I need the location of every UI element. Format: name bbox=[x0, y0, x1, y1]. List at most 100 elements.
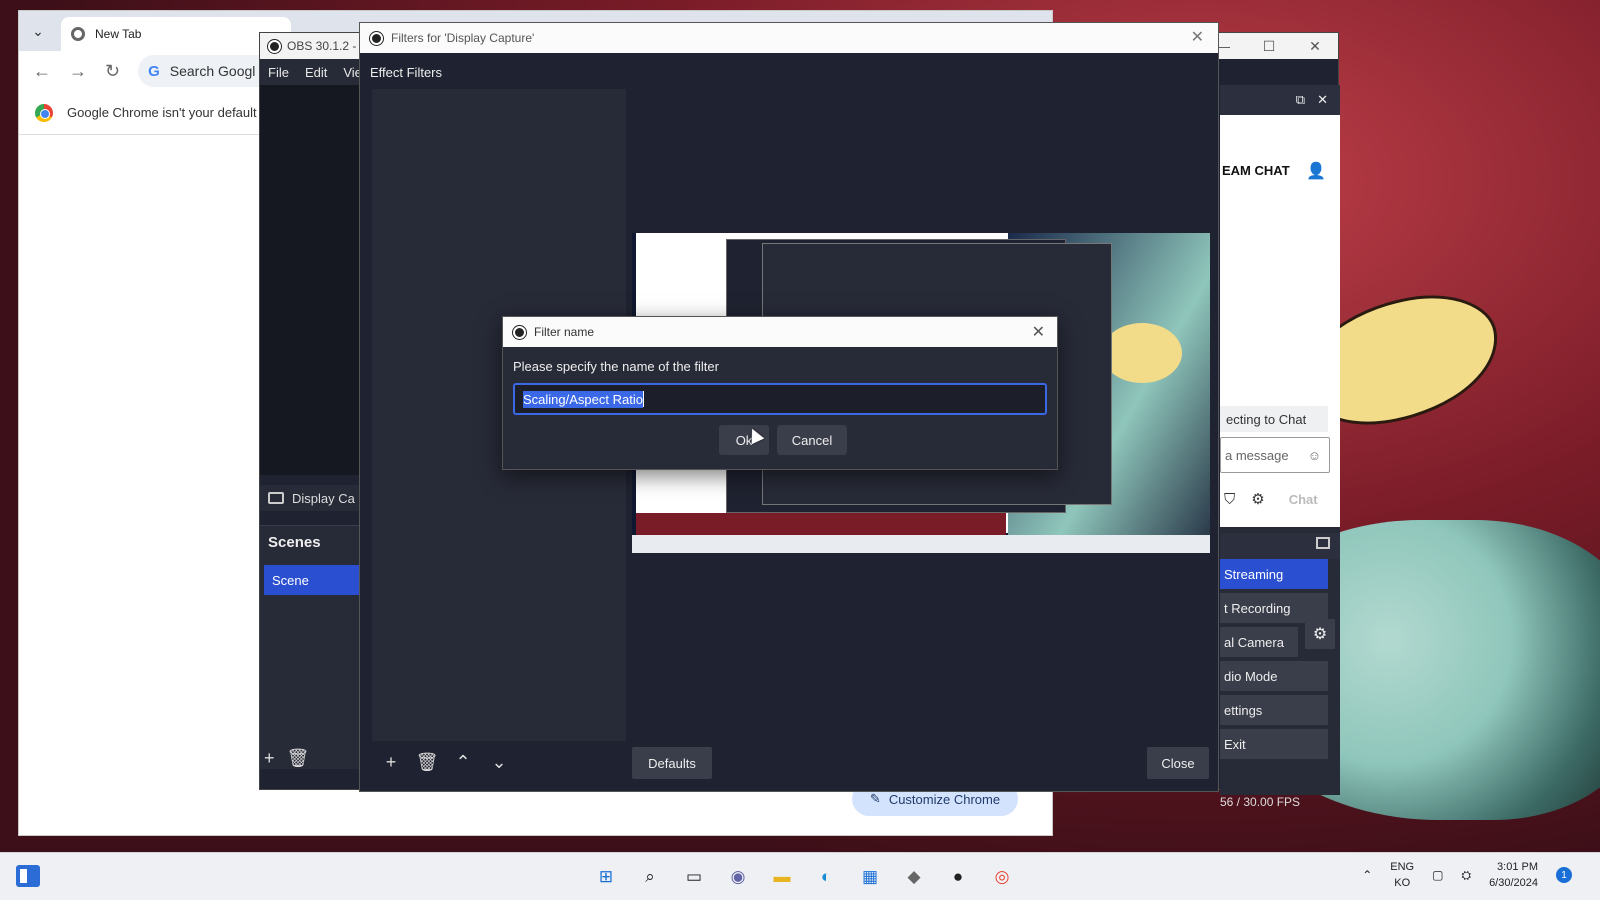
obs-taskbar-icon[interactable]: ● bbox=[942, 861, 974, 893]
reload-icon[interactable]: ↻ bbox=[105, 61, 120, 82]
filters-title: Filters for 'Display Capture' bbox=[391, 31, 535, 45]
move-down-icon[interactable]: ⌄ bbox=[488, 751, 510, 773]
omnibox-placeholder: Search Googl bbox=[169, 63, 256, 79]
display-icon[interactable]: ▢ bbox=[1432, 868, 1443, 882]
virtual-camera-settings-icon[interactable]: ⚙ bbox=[1305, 619, 1335, 649]
scenes-header: Scenes bbox=[260, 525, 360, 559]
ok-button[interactable]: Ok bbox=[719, 425, 769, 455]
remove-filter-icon[interactable]: 🗑 bbox=[416, 751, 439, 773]
chrome-logo-icon bbox=[35, 103, 53, 122]
menu-file[interactable]: File bbox=[268, 65, 289, 80]
effect-filters-label: Effect Filters bbox=[370, 65, 443, 80]
shield-icon[interactable]: ⛉ bbox=[1224, 491, 1235, 508]
lang-line-1: ENG bbox=[1390, 861, 1415, 873]
cancel-button[interactable]: Cancel bbox=[777, 425, 847, 455]
dialog-titlebar: Filter name ✕ bbox=[503, 317, 1057, 347]
chrome-taskbar-icon[interactable]: ◎ bbox=[986, 861, 1018, 893]
close-button[interactable]: Close bbox=[1147, 747, 1209, 779]
preview-taskbar bbox=[632, 535, 1210, 553]
virtual-camera-button[interactable]: al Camera bbox=[1220, 627, 1298, 657]
clock[interactable]: 3:01 PM 6/30/2024 bbox=[1489, 859, 1538, 891]
add-scene-icon[interactable]: + bbox=[264, 748, 275, 769]
obs-logo-icon bbox=[268, 39, 281, 53]
close-icon[interactable]: ✕ bbox=[1032, 322, 1045, 342]
preview-desktop-strip bbox=[636, 513, 1006, 535]
obs-preview bbox=[260, 85, 360, 475]
chevron-up-icon[interactable]: ⌃ bbox=[1362, 868, 1372, 882]
window-controls: — ☐ ✕ bbox=[1200, 33, 1338, 59]
dialog-title: Filter name bbox=[534, 325, 595, 339]
people-icon[interactable]: 👤 bbox=[1306, 161, 1328, 180]
taskbar-apps: ⊞ ⌕ ▭ ◉ ▬ ◐ ▦ ◆ ● ◎ bbox=[590, 861, 1018, 893]
maximize-icon[interactable]: ☐ bbox=[1246, 33, 1292, 59]
add-filter-icon[interactable]: + bbox=[380, 751, 402, 773]
notification-badge[interactable]: 1 bbox=[1556, 867, 1572, 883]
pencil-icon: ✎ bbox=[869, 791, 881, 806]
filters-titlebar: Filters for 'Display Capture' ✕ bbox=[360, 23, 1218, 53]
task-view-icon[interactable]: ▭ bbox=[678, 861, 710, 893]
undock-icon[interactable]: ⧉ bbox=[1296, 92, 1305, 108]
close-icon[interactable]: ✕ bbox=[1292, 33, 1338, 59]
language-indicator[interactable]: ENG KO bbox=[1390, 859, 1414, 891]
lang-line-2: KO bbox=[1394, 877, 1411, 889]
app-icon[interactable]: ◆ bbox=[898, 861, 930, 893]
filters-toolbar: + 🗑 ⌃ ⌄ bbox=[380, 751, 510, 773]
chat-send-button[interactable]: Chat bbox=[1289, 492, 1318, 507]
obs-logo-icon bbox=[513, 325, 526, 339]
forward-icon[interactable]: → bbox=[69, 61, 87, 82]
taskbar: ⊞ ⌕ ▭ ◉ ▬ ◐ ▦ ◆ ● ◎ ⌃ ENG KO ▢ ⛭ 3:01 PM… bbox=[0, 852, 1600, 900]
stream-chat-title: EAM CHAT bbox=[1222, 163, 1290, 178]
scene-item[interactable]: Scene bbox=[264, 565, 360, 595]
emoji-icon[interactable]: ☺ bbox=[1308, 448, 1321, 463]
filter-name-dialog: Filter name ✕ Please specify the name of… bbox=[502, 316, 1058, 470]
undock-controls-icon[interactable] bbox=[1316, 537, 1330, 549]
chat-connecting-status: ecting to Chat bbox=[1220, 406, 1328, 432]
tab-new-tab[interactable]: New Tab bbox=[61, 17, 291, 51]
search-icon[interactable]: ⌕ bbox=[634, 861, 666, 893]
controls-header bbox=[1220, 533, 1340, 559]
start-icon[interactable]: ⊞ bbox=[590, 861, 622, 893]
close-dock-icon[interactable]: ✕ bbox=[1317, 92, 1328, 108]
menu-edit[interactable]: Edit bbox=[305, 65, 327, 80]
scene-toolbar: + 🗑 bbox=[264, 748, 309, 769]
infobar-text: Google Chrome isn't your default bbox=[67, 105, 257, 120]
back-icon[interactable]: ← bbox=[33, 61, 51, 82]
edge-icon[interactable]: ◐ bbox=[810, 861, 842, 893]
network-icon[interactable]: ⛭ bbox=[1461, 868, 1471, 883]
teams-chat-icon[interactable]: ◉ bbox=[722, 861, 754, 893]
tab-title: New Tab bbox=[95, 27, 142, 41]
chat-input-placeholder: a message bbox=[1225, 447, 1289, 463]
chat-dock-header: ⧉ ✕ bbox=[1220, 85, 1340, 115]
tab-search-icon[interactable]: ⌄ bbox=[19, 11, 57, 51]
monitor-icon bbox=[268, 492, 284, 504]
store-icon[interactable]: ▦ bbox=[854, 861, 886, 893]
start-streaming-button[interactable]: Streaming bbox=[1220, 559, 1328, 589]
chat-tools: ⛉ ⚙ Chat bbox=[1224, 490, 1318, 509]
preview-leaf bbox=[1102, 323, 1182, 383]
filter-name-value: Scaling/Aspect Ratio bbox=[523, 390, 643, 408]
close-icon[interactable]: ✕ bbox=[1191, 27, 1204, 47]
obs-title: OBS 30.1.2 - bbox=[287, 39, 357, 53]
filter-name-input[interactable]: Scaling/Aspect Ratio bbox=[513, 383, 1047, 415]
widgets-icon[interactable] bbox=[16, 865, 40, 887]
chrome-favicon-icon bbox=[71, 27, 85, 41]
file-explorer-icon[interactable]: ▬ bbox=[766, 861, 798, 893]
studio-mode-button[interactable]: dio Mode bbox=[1220, 661, 1328, 691]
defaults-button[interactable]: Defaults bbox=[632, 747, 712, 779]
text-caret bbox=[642, 391, 644, 407]
exit-button[interactable]: Exit bbox=[1220, 729, 1328, 759]
remove-scene-icon[interactable]: 🗑 bbox=[287, 748, 310, 769]
settings-button[interactable]: ettings bbox=[1220, 695, 1328, 725]
source-item-display-capture[interactable]: Display Ca bbox=[260, 485, 360, 511]
clock-time: 3:01 PM bbox=[1497, 861, 1538, 873]
customize-chrome-label: Customize Chrome bbox=[888, 791, 1001, 807]
fps-readout: 56 / 30.00 FPS bbox=[1220, 795, 1301, 809]
dialog-prompt: Please specify the name of the filter bbox=[513, 359, 719, 374]
gear-icon[interactable]: ⚙ bbox=[1251, 490, 1264, 508]
source-item-label: Display Ca bbox=[292, 490, 355, 506]
obs-logo-icon bbox=[370, 31, 383, 45]
chat-message-input[interactable]: a message ☺ bbox=[1220, 437, 1330, 473]
move-up-icon[interactable]: ⌃ bbox=[452, 751, 474, 773]
obs-menubar: File Edit Vie bbox=[260, 59, 362, 85]
clock-date: 6/30/2024 bbox=[1489, 877, 1538, 889]
